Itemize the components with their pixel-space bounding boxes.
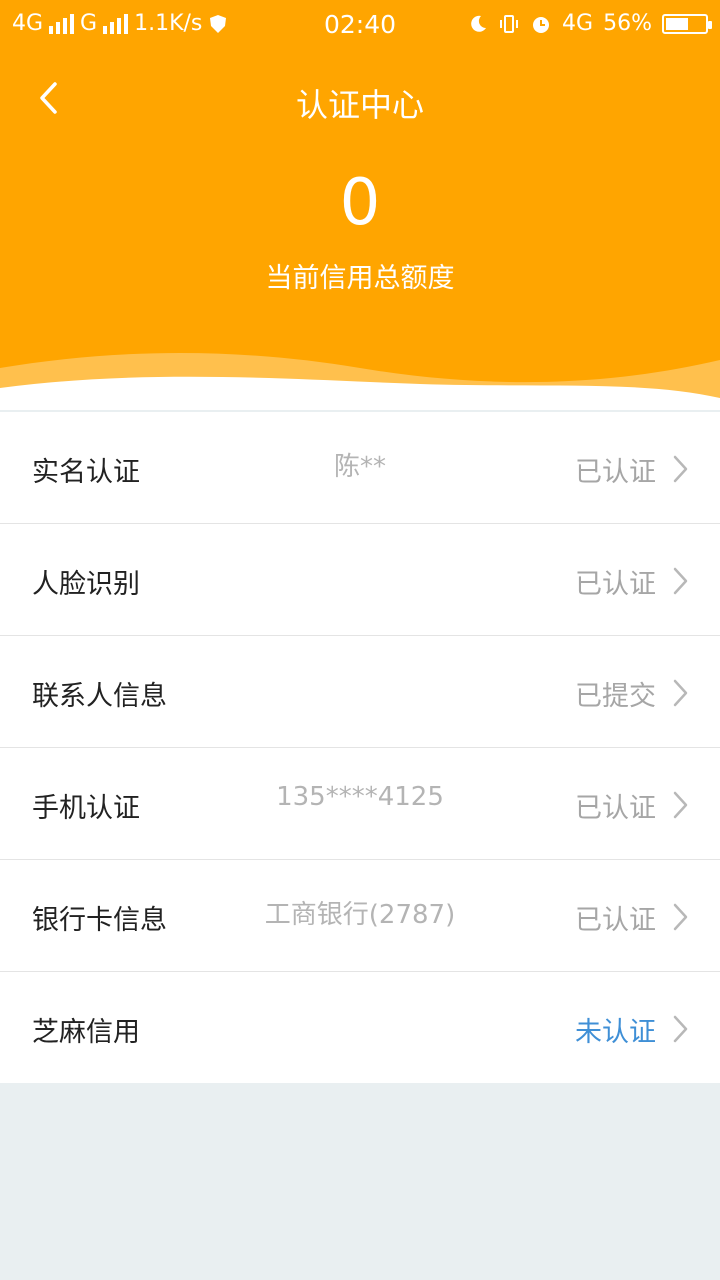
verify-item-bank-card[interactable]: 银行卡信息 工商银行(2787) 已认证: [0, 860, 720, 972]
item-label: 芝麻信用: [32, 1017, 140, 1048]
battery-icon: [662, 13, 712, 34]
chevron-right-icon: [673, 903, 688, 931]
verify-item-contacts[interactable]: 联系人信息 已提交: [0, 636, 720, 748]
item-status: 已认证: [575, 457, 656, 488]
verify-item-face[interactable]: 人脸识别 已认证: [0, 524, 720, 636]
chevron-right-icon: [673, 1015, 688, 1043]
verify-item-sesame-credit[interactable]: 芝麻信用 未认证: [0, 972, 720, 1083]
chevron-right-icon: [673, 791, 688, 819]
alarm-icon: [533, 16, 550, 33]
battery-percent: 56%: [603, 11, 652, 36]
verification-list: 实名认证 陈** 已认证 人脸识别 已认证 联系人信息 已提交 手机认证 135…: [0, 412, 720, 1083]
verify-item-real-name[interactable]: 实名认证 陈** 已认证: [0, 412, 720, 524]
verify-item-phone[interactable]: 手机认证 135****4125 已认证: [0, 748, 720, 860]
header-banner: 4G G 1.1K/s 02:40 4G 56% 认证中心 0 当前信用总额度: [0, 0, 720, 410]
wave-decoration: [0, 353, 720, 410]
item-status: 已认证: [575, 905, 656, 936]
item-status: 未认证: [575, 1017, 656, 1048]
moon-icon: [471, 15, 487, 32]
chevron-right-icon: [673, 679, 688, 707]
page-title: 认证中心: [295, 86, 424, 124]
item-status: 已认证: [575, 793, 656, 824]
status-right: 4G 56%: [468, 11, 712, 36]
chevron-right-icon: [673, 455, 688, 483]
network-type-3: 4G: [562, 11, 594, 36]
vibrate-icon: [500, 14, 519, 33]
status-bar: 4G G 1.1K/s 02:40 4G 56%: [0, 0, 720, 50]
credit-amount-label: 当前信用总额度: [265, 263, 455, 294]
credit-amount: 0: [339, 166, 381, 240]
item-status: 已提交: [575, 681, 656, 712]
item-label: 人脸识别: [32, 569, 140, 600]
chevron-right-icon: [673, 567, 688, 595]
item-status: 已认证: [575, 569, 656, 600]
item-label: 联系人信息: [32, 681, 167, 712]
